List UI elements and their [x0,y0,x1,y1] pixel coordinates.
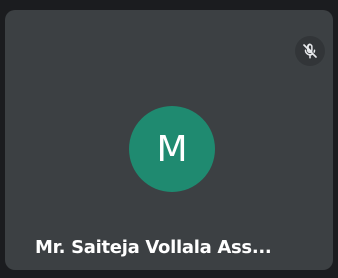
avatar: M [129,106,215,192]
mic-off-indicator[interactable] [295,36,325,66]
mic-off-icon [301,42,319,60]
participant-tile[interactable]: M Mr. Saiteja Vollala Ass... [5,10,333,270]
avatar-initial: M [156,129,188,170]
participant-name: Mr. Saiteja Vollala Ass... [35,237,272,258]
